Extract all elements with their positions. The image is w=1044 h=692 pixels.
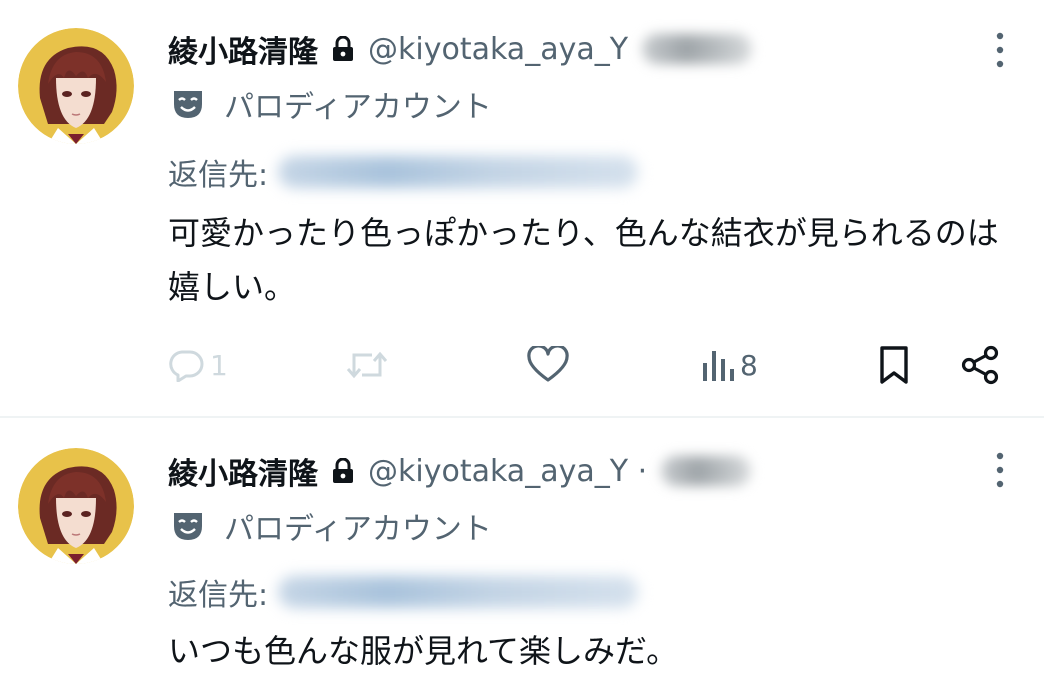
- author-row: 綾小路清隆 @kiyotaka_aya_Y ·: [168, 446, 752, 496]
- reply-count: 1: [210, 348, 228, 382]
- tweet[interactable]: 綾小路清隆 @kiyotaka_aya_Y パロディアカウント 返信先: 可愛か…: [0, 0, 1044, 416]
- bookmark-button[interactable]: [878, 340, 910, 390]
- redacted-timestamp: [661, 456, 752, 486]
- heart-icon: [527, 346, 569, 382]
- avatar[interactable]: [18, 448, 134, 564]
- action-bar: 1 8: [168, 340, 1008, 390]
- reply-to-label: 返信先:: [168, 158, 269, 193]
- lock-icon: [332, 457, 354, 484]
- reply-icon: [169, 350, 204, 382]
- theater-mask-icon: [170, 88, 206, 120]
- display-name[interactable]: 綾小路清隆: [168, 27, 318, 71]
- tweet-text: 可愛かったり色っぽかったり、色んな結衣が見られるのは嬉しい。: [168, 214, 999, 306]
- views-count: 8: [740, 348, 758, 382]
- like-button[interactable]: [526, 340, 570, 390]
- theater-mask-icon: [170, 510, 206, 542]
- redacted-timestamp: [642, 34, 753, 64]
- more-vertical-icon[interactable]: [988, 450, 1012, 490]
- share-button[interactable]: [960, 340, 1000, 390]
- reply-to: 返信先:: [168, 570, 639, 614]
- reply-button[interactable]: 1: [168, 340, 228, 390]
- more-vertical-icon[interactable]: [988, 30, 1012, 70]
- views-button[interactable]: 8: [700, 340, 758, 390]
- redacted-reply-handle[interactable]: [278, 156, 639, 188]
- handle[interactable]: @kiyotaka_aya_Y: [368, 32, 628, 67]
- parody-badge: パロディアカウント: [170, 506, 492, 547]
- tweet[interactable]: 綾小路清隆 @kiyotaka_aya_Y · パロディアカウント 返信先: い…: [0, 418, 1044, 692]
- display-name[interactable]: 綾小路清隆: [168, 449, 318, 493]
- lock-icon: [332, 35, 354, 62]
- author-row: 綾小路清隆 @kiyotaka_aya_Y: [168, 24, 753, 74]
- tweet-text: いつも色んな服が見れて楽しみだ。: [168, 632, 679, 670]
- views-chart-icon: [703, 351, 734, 381]
- reply-to-label: 返信先:: [168, 578, 269, 613]
- share-icon: [961, 345, 999, 385]
- retweet-button[interactable]: [344, 340, 390, 390]
- reply-to: 返信先:: [168, 150, 639, 194]
- parody-label: パロディアカウント: [224, 512, 492, 547]
- bookmark-icon: [880, 346, 908, 384]
- redacted-reply-handle[interactable]: [278, 576, 639, 608]
- retweet-icon: [346, 351, 388, 379]
- handle[interactable]: @kiyotaka_aya_Y ·: [368, 454, 647, 489]
- parody-badge: パロディアカウント: [170, 84, 492, 125]
- avatar[interactable]: [18, 28, 134, 144]
- parody-label: パロディアカウント: [224, 90, 492, 125]
